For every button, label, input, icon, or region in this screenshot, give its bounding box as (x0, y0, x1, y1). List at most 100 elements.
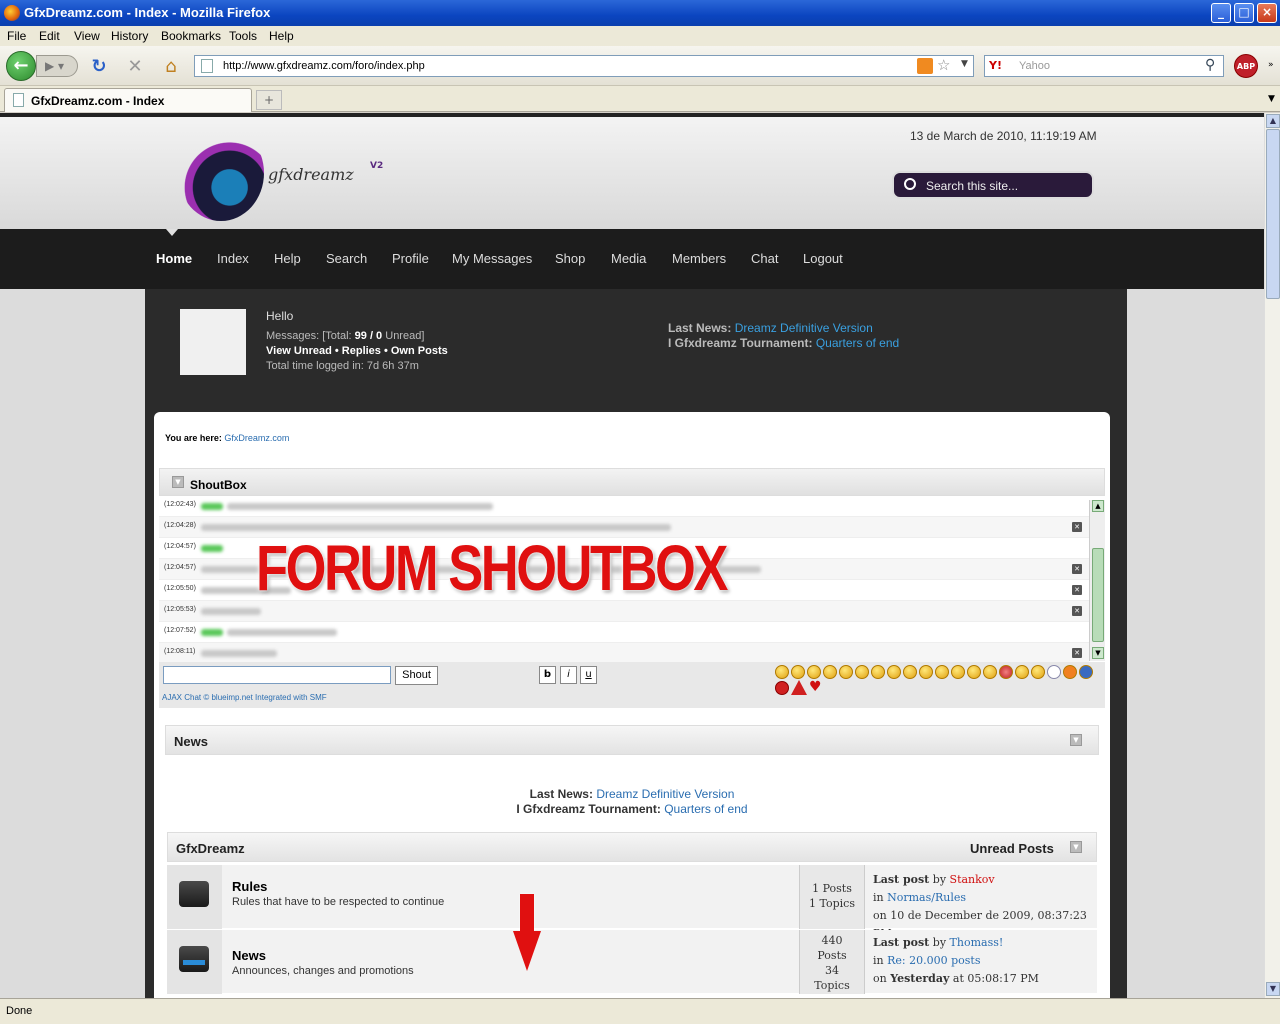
shoutbox-scrollbar[interactable]: ▲ ▼ (1089, 500, 1105, 661)
smiley-icon[interactable] (983, 665, 997, 679)
last-post-topic[interactable]: Re: 20.000 posts (887, 954, 980, 967)
last-news-link[interactable]: Dreamz Definitive Version (735, 321, 873, 335)
unread-posts-link[interactable]: Unread Posts (970, 841, 1054, 856)
site-logo[interactable] (178, 125, 264, 221)
nav-search[interactable]: Search (326, 251, 367, 266)
smiley-icon[interactable] (967, 665, 981, 679)
tournament-link[interactable]: Quarters of end (816, 336, 899, 350)
smiley-icon[interactable] (839, 665, 853, 679)
scroll-down-icon[interactable]: ▼ (1092, 647, 1104, 659)
news-tournament-link[interactable]: Quarters of end (664, 802, 747, 816)
smiley-icon[interactable] (919, 665, 933, 679)
back-button[interactable]: ← (6, 51, 36, 81)
scroll-up-icon[interactable]: ▲ (1092, 500, 1104, 512)
news-collapse-icon[interactable]: ▼ (1070, 734, 1082, 746)
smiley-icon[interactable] (1031, 665, 1045, 679)
category-collapse-icon[interactable]: ▼ (1070, 841, 1082, 853)
user-links-text[interactable]: View Unread • Replies • Own Posts (266, 345, 448, 357)
category-title[interactable]: GfxDreamz (176, 841, 245, 856)
shoutbox-credit[interactable]: AJAX Chat © blueimp.net Integrated with … (162, 693, 327, 702)
warning-icon[interactable] (791, 680, 807, 695)
stop-sign-icon[interactable] (775, 681, 789, 695)
search-engine-box[interactable]: Y! Yahoo ⚲ (984, 55, 1224, 77)
nav-logout[interactable]: Logout (803, 251, 843, 266)
news-last-link[interactable]: Dreamz Definitive Version (596, 787, 734, 801)
smiley-icon[interactable] (951, 665, 965, 679)
menu-edit[interactable]: Edit (39, 29, 60, 43)
toolbar-overflow-icon[interactable]: » (1268, 60, 1274, 70)
rss-feed-icon[interactable] (917, 58, 933, 74)
heart-icon[interactable]: ♥ (809, 680, 822, 694)
last-post-topic[interactable]: Normas/Rules (887, 891, 966, 904)
delete-shout-icon[interactable]: ✕ (1072, 648, 1082, 658)
forward-button[interactable]: ▶ ▾ (36, 55, 78, 77)
menu-view[interactable]: View (74, 29, 100, 43)
yahoo-logo[interactable]: Y! (989, 59, 1002, 72)
url-dropdown-icon[interactable]: ▼ (961, 59, 968, 69)
italic-button[interactable]: i (560, 666, 577, 684)
delete-shout-icon[interactable]: ✕ (1072, 585, 1082, 595)
nav-shop[interactable]: Shop (555, 251, 585, 266)
smiley-icon[interactable] (823, 665, 837, 679)
maximize-button[interactable]: □ (1234, 3, 1254, 23)
lightbulb-icon[interactable] (1047, 665, 1061, 679)
home-icon[interactable]: ⌂ (160, 56, 182, 78)
address-bar[interactable]: http://www.gfxdreamz.com/foro/index.php … (194, 55, 974, 77)
scroll-down-arrow-icon[interactable]: ▼ (1266, 982, 1280, 996)
last-post-user[interactable]: Thomass! (950, 936, 1004, 949)
smiley-icon[interactable] (807, 665, 821, 679)
nav-chat[interactable]: Chat (751, 251, 778, 266)
avatar[interactable] (180, 309, 246, 375)
delete-shout-icon[interactable]: ✕ (1072, 564, 1082, 574)
bold-button[interactable]: b (539, 666, 556, 684)
question-icon[interactable] (1079, 665, 1093, 679)
menu-history[interactable]: History (111, 29, 148, 43)
tab-gfxdreamz-index[interactable]: GfxDreamz.com - Index (4, 88, 252, 112)
shout-button[interactable]: Shout (395, 666, 438, 685)
underline-button[interactable]: u (580, 666, 597, 684)
site-search-box[interactable]: Search this site... (892, 171, 1094, 199)
smiley-icon[interactable] (871, 665, 885, 679)
stop-icon[interactable]: ✕ (124, 56, 146, 78)
nav-media[interactable]: Media (611, 251, 646, 266)
nav-profile[interactable]: Profile (392, 251, 429, 266)
board-name[interactable]: News (232, 948, 266, 963)
scroll-up-arrow-icon[interactable]: ▲ (1266, 114, 1280, 128)
shoutbox-collapse-icon[interactable]: ▼ (172, 476, 184, 488)
menu-help[interactable]: Help (269, 29, 294, 43)
delete-shout-icon[interactable]: ✕ (1072, 522, 1082, 532)
last-post-user[interactable]: Stankov (950, 873, 995, 886)
smiley-icon[interactable] (935, 665, 949, 679)
angry-smiley-icon[interactable] (999, 665, 1013, 679)
delete-shout-icon[interactable]: ✕ (1072, 606, 1082, 616)
reload-icon[interactable]: ↻ (88, 56, 110, 78)
exclamation-icon[interactable] (1063, 665, 1077, 679)
nav-help[interactable]: Help (274, 251, 301, 266)
menu-tools[interactable]: Tools (229, 29, 257, 43)
page-scroll-thumb[interactable] (1266, 129, 1280, 299)
search-go-icon[interactable]: ⚲ (1205, 57, 1215, 73)
nav-home[interactable]: Home (156, 251, 192, 266)
minimize-button[interactable]: _ (1211, 3, 1231, 23)
menu-file[interactable]: File (7, 29, 26, 43)
adblock-icon[interactable]: ABP (1234, 54, 1258, 78)
user-links[interactable]: View Unread • Replies • Own Posts (266, 345, 448, 357)
nav-my-messages[interactable]: My Messages (452, 251, 532, 266)
board-name[interactable]: Rules (232, 879, 267, 894)
smiley-icon[interactable] (855, 665, 869, 679)
tab-list-icon[interactable]: ▼ (1268, 94, 1275, 104)
smiley-icon[interactable] (887, 665, 901, 679)
smiley-icon[interactable] (903, 665, 917, 679)
new-tab-button[interactable]: + (256, 90, 282, 110)
shout-input[interactable] (163, 666, 391, 684)
shoutbox-scroll-thumb[interactable] (1092, 548, 1104, 642)
smiley-icon[interactable] (791, 665, 805, 679)
menu-bookmarks[interactable]: Bookmarks (161, 29, 221, 43)
user-messages[interactable]: Messages: [Total: 99 / 0 Unread] (266, 330, 424, 342)
bookmark-star-icon[interactable]: ☆ (937, 56, 950, 74)
page-scrollbar[interactable]: ▲ ▼ (1264, 113, 1280, 998)
close-window-button[interactable]: × (1257, 3, 1277, 23)
nav-index[interactable]: Index (217, 251, 249, 266)
smiley-icon[interactable] (775, 665, 789, 679)
smiley-icon[interactable] (1015, 665, 1029, 679)
